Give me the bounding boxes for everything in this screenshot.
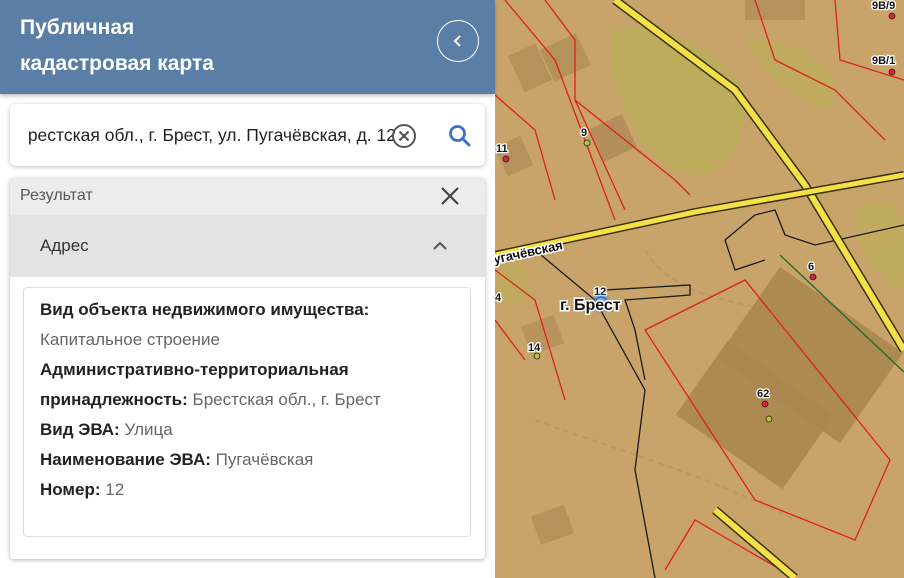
- close-icon: [441, 187, 459, 205]
- app-title-line-2: кадастровая карта: [20, 52, 214, 75]
- building: [589, 114, 637, 162]
- house-number: 62: [757, 388, 769, 400]
- result-title: Результат: [20, 187, 93, 204]
- address-fields: Вид объекта недвижимого имущества: Капит…: [40, 295, 460, 505]
- address-details: Вид объекта недвижимого имущества: Капит…: [23, 287, 471, 537]
- house-number: 4: [495, 292, 502, 304]
- field-eva-type: Вид ЭВА: Улица: [40, 415, 460, 445]
- house-number: 9В/1: [872, 55, 895, 67]
- search-icon: [449, 125, 471, 147]
- map-canvas[interactable]: Пугачёвская 9В/9 9В/1 11 9 6 4 12 14 62: [495, 0, 904, 578]
- app-title-line-1: Публичная: [20, 16, 135, 39]
- house-number: 11: [496, 143, 508, 155]
- result-panel: Результат Адрес Вид объекта недвижимого …: [10, 178, 485, 559]
- field-value: Капитальное строение: [40, 330, 220, 349]
- field-label: Вид объекта недвижимого имущества:: [40, 300, 370, 319]
- close-result-button[interactable]: [438, 184, 462, 208]
- field-number: Номер: 12: [40, 475, 460, 505]
- search-box: [10, 104, 485, 166]
- chevron-up-icon: [433, 241, 447, 250]
- street-label: Пугачёвская: [495, 237, 564, 268]
- field-value: Улица: [124, 420, 173, 439]
- clear-icon: [392, 124, 416, 148]
- address-point[interactable]: [761, 400, 769, 408]
- address-point[interactable]: [888, 68, 896, 76]
- field-value: 12: [105, 480, 125, 499]
- result-header: Результат: [10, 178, 485, 215]
- field-label: Вид ЭВА:: [40, 420, 120, 439]
- field-object-type: Вид объекта недвижимого имущества: Капит…: [40, 295, 460, 355]
- house-number: 6: [808, 261, 814, 273]
- cadastral-map[interactable]: Пугачёвская 9В/9 9В/1 11 9 6 4 12 14 62: [495, 0, 904, 578]
- building: [745, 0, 805, 20]
- address-point[interactable]: [888, 12, 896, 20]
- app-header: Публичная кадастровая карта: [0, 0, 495, 94]
- field-eva-name: Наименование ЭВА: Пугачёвская: [40, 445, 460, 475]
- building: [530, 504, 575, 545]
- clear-search-button[interactable]: [391, 123, 417, 149]
- field-label: Наименование ЭВА:: [40, 450, 211, 469]
- address-section-toggle[interactable]: Адрес: [10, 215, 485, 277]
- address-section-label: Адрес: [40, 236, 89, 255]
- chevron-left-icon: [453, 35, 461, 47]
- search-input[interactable]: [28, 118, 396, 152]
- green-area: [745, 38, 835, 110]
- house-number: 14: [528, 342, 541, 354]
- address-point[interactable]: [583, 139, 591, 147]
- address-point[interactable]: [533, 352, 541, 360]
- building: [495, 135, 534, 177]
- search-button[interactable]: [446, 122, 474, 150]
- field-value: Пугачёвская: [215, 450, 314, 469]
- house-number: 9: [581, 127, 587, 139]
- house-number: 9В/9: [872, 0, 895, 12]
- address-point[interactable]: [809, 273, 817, 281]
- app-title: Публичная кадастровая карта: [20, 10, 400, 82]
- field-label: Номер:: [40, 480, 101, 499]
- address-point[interactable]: [765, 415, 773, 423]
- address-point[interactable]: [502, 155, 510, 163]
- field-admin-affiliation: Административно-территориальная принадле…: [40, 355, 460, 415]
- city-label: г. Брест: [560, 297, 621, 314]
- side-panel: Публичная кадастровая карта Резул: [0, 0, 495, 578]
- collapse-panel-button[interactable]: [437, 20, 479, 62]
- field-value: Брестская обл., г. Брест: [192, 390, 381, 409]
